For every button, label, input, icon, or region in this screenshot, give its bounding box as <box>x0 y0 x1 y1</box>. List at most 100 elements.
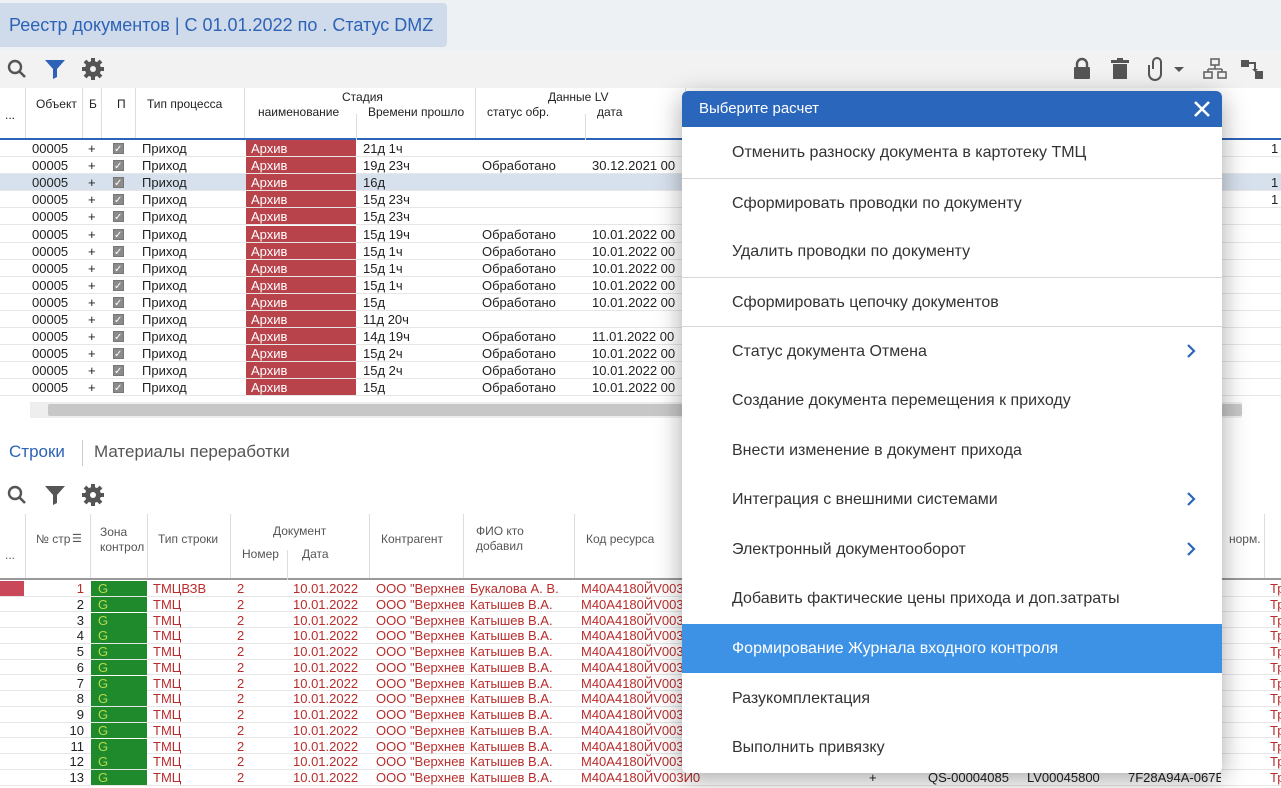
header-p[interactable]: П <box>117 97 126 111</box>
cell-process-type: Приход <box>142 192 187 208</box>
header-counterparty[interactable]: Контрагент <box>381 532 443 546</box>
cell-added-by: Катышев В.А. <box>470 707 553 722</box>
cell-line-no: 4 <box>76 628 84 644</box>
cell-tail: Тр <box>1270 675 1281 691</box>
menu-item-label: Выполнить привязку <box>732 739 885 757</box>
menu-item[interactable]: Удалить проводки по документу <box>682 227 1222 276</box>
stage-badge: Архив <box>246 191 356 208</box>
cell-counterparty: ООО "Верхнев <box>376 659 464 675</box>
menu-item[interactable]: Выполнить привязку <box>682 723 1222 772</box>
checkbox[interactable] <box>113 296 124 308</box>
cell-added-by: Катышев В.А. <box>470 612 553 628</box>
stage-badge: Архив <box>246 242 356 259</box>
menu-item[interactable]: Статус документа Отмена <box>682 326 1222 375</box>
header-doc-no[interactable]: Номер <box>242 547 279 561</box>
cell-doc-date: 10.01.2022 <box>293 691 359 707</box>
cell-doc-no: 2 <box>237 628 245 644</box>
transfer-icon[interactable] <box>1240 57 1264 81</box>
cell-time: 15д 1ч <box>363 260 403 276</box>
checkbox[interactable] <box>113 245 124 257</box>
cell-b: + <box>88 192 96 208</box>
cell-object: 00005 <box>32 260 69 276</box>
menu-item[interactable]: Создание документа перемещения к приходу <box>682 376 1222 425</box>
checkbox[interactable] <box>113 348 124 360</box>
cell-doc-date: 10.01.2022 <box>293 581 359 596</box>
header-added-by[interactable]: ФИО кто добавил <box>476 524 556 554</box>
header-norm[interactable]: норм. <box>1229 532 1261 546</box>
menu-item[interactable]: Сформировать проводки по документу <box>682 177 1222 227</box>
cell-b: + <box>88 260 96 276</box>
checkbox[interactable] <box>113 194 124 206</box>
header-process-type[interactable]: Тип процесса <box>147 97 222 111</box>
cell-object: 00005 <box>32 363 69 379</box>
cell-added-by: Букалова А. В. <box>470 581 559 596</box>
chevron-down-icon[interactable] <box>1170 57 1188 81</box>
header-stage-name[interactable]: наименование <box>258 105 339 119</box>
header-lv-date[interactable]: дата <box>597 105 622 119</box>
checkbox[interactable] <box>113 331 124 343</box>
menu-item[interactable]: Формирование Журнала входного контроля <box>682 624 1222 673</box>
tab-lines[interactable]: Строки <box>9 442 65 462</box>
checkbox[interactable] <box>113 160 124 172</box>
menu-item[interactable]: Внести изменение в документ прихода <box>682 426 1222 475</box>
menu-item[interactable]: Сформировать цепочку документов <box>682 276 1222 326</box>
header-object[interactable]: Объект <box>36 97 77 111</box>
close-icon[interactable] <box>1190 97 1214 121</box>
header-line-type[interactable]: Тип строки <box>158 532 218 546</box>
header-stage-time[interactable]: Времени прошло <box>368 105 464 119</box>
cell-tail: Тр <box>1270 644 1281 659</box>
hierarchy-icon[interactable] <box>1203 57 1227 81</box>
checkbox[interactable] <box>113 365 124 377</box>
search-icon[interactable] <box>5 483 29 507</box>
checkbox[interactable] <box>113 211 124 223</box>
cell-process-type: Приход <box>142 294 187 310</box>
zone-badge: G <box>91 707 147 722</box>
sort-icon[interactable]: ☰ <box>72 532 82 545</box>
header-line-no[interactable]: № стр <box>36 532 70 546</box>
header-doc-date[interactable]: Дата <box>302 547 329 561</box>
cell-lv-date: 11.01.2022 00 <box>592 329 675 345</box>
grid-more-header[interactable]: ... <box>5 108 15 122</box>
paperclip-icon[interactable] <box>1145 57 1169 81</box>
header-resource[interactable]: Код ресурса <box>586 532 654 546</box>
search-icon[interactable] <box>5 57 29 81</box>
checkbox[interactable] <box>113 279 124 291</box>
cell-line-type: ТМЦ <box>153 659 182 675</box>
header-b[interactable]: Б <box>89 97 97 111</box>
checkbox[interactable] <box>113 228 124 240</box>
cell-object: 00005 <box>32 329 69 345</box>
checkbox[interactable] <box>113 382 124 394</box>
stage-badge: Архив <box>246 379 356 396</box>
select-calculation-dialog: Выберите расчет Отменить разноску докуме… <box>682 91 1222 773</box>
menu-item[interactable]: Добавить фактические цены прихода и доп.… <box>682 574 1222 623</box>
cell-lv-status: Обработано <box>482 226 556 242</box>
checkbox[interactable] <box>113 262 124 274</box>
header-zone[interactable]: Зона контрол <box>100 525 146 555</box>
menu-item[interactable]: Интеграция с внешними системами <box>682 475 1222 524</box>
tab-materials[interactable]: Материалы переработки <box>94 442 290 462</box>
cell-b: + <box>88 346 96 362</box>
cell-tail: Тр <box>1270 691 1281 707</box>
checkbox[interactable] <box>113 314 124 325</box>
filter-icon[interactable] <box>43 483 67 507</box>
checkbox[interactable] <box>113 143 124 154</box>
menu-item[interactable]: Отменить разноску документа в картотеку … <box>682 128 1222 177</box>
cell-time: 15д 1ч <box>363 243 403 259</box>
header-lv-status[interactable]: статус обр. <box>487 105 549 119</box>
cell-doc-no: 2 <box>237 691 245 707</box>
trash-icon[interactable] <box>1108 57 1132 81</box>
cell-lv-status: Обработано <box>482 158 556 174</box>
menu-item[interactable]: Электронный документооборот <box>682 525 1222 574</box>
menu-item[interactable]: Разукомплектация <box>682 674 1222 723</box>
cell-doc-date: 10.01.2022 <box>293 628 359 644</box>
cell-added-by: Катышев В.А. <box>470 675 553 691</box>
app-root: Реестр документов | С 01.01.2022 по . Ст… <box>0 0 1281 788</box>
lock-icon[interactable] <box>1070 57 1094 81</box>
cell-lv-date: 30.12.2021 00 <box>592 158 676 174</box>
gear-icon[interactable] <box>81 483 105 507</box>
checkbox[interactable] <box>113 177 124 189</box>
gear-icon[interactable] <box>81 57 105 81</box>
grid-more-header[interactable]: ... <box>5 548 15 562</box>
page-title[interactable]: Реестр документов | С 01.01.2022 по . Ст… <box>0 3 447 47</box>
filter-icon[interactable] <box>43 57 67 81</box>
